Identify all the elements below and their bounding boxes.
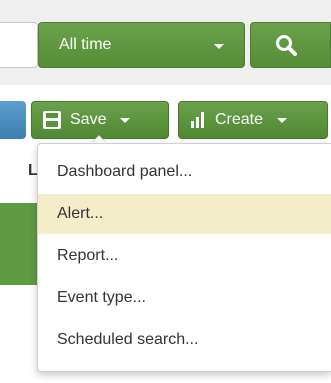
menu-item-event-type[interactable]: Event type...: [38, 278, 331, 318]
search-input[interactable]: [0, 22, 38, 68]
time-range-label: All time: [59, 36, 112, 53]
create-button[interactable]: Create: [178, 101, 328, 139]
background-green-panel: [0, 203, 40, 285]
menu-item-alert[interactable]: Alert...: [38, 194, 331, 234]
search-button[interactable]: [250, 22, 331, 68]
floppy-disk-icon: [43, 111, 61, 129]
bar-chart-icon: [190, 112, 206, 128]
save-button[interactable]: Save: [31, 101, 169, 139]
search-icon: [276, 35, 297, 56]
dropdown-pointer: [92, 136, 106, 143]
share-button[interactable]: [0, 101, 26, 139]
time-range-picker[interactable]: All time: [38, 22, 245, 68]
chevron-down-icon: [277, 117, 288, 123]
create-button-label: Create: [215, 111, 264, 128]
chevron-down-icon: [214, 44, 224, 49]
chevron-down-icon: [120, 117, 131, 123]
menu-item-report[interactable]: Report...: [38, 236, 331, 276]
menu-item-scheduled-search[interactable]: Scheduled search...: [38, 320, 331, 360]
save-button-label: Save: [70, 111, 107, 128]
create-dropdown-menu: Dashboard panel... Alert... Report... Ev…: [37, 143, 331, 372]
menu-item-dashboard-panel[interactable]: Dashboard panel...: [38, 152, 331, 192]
